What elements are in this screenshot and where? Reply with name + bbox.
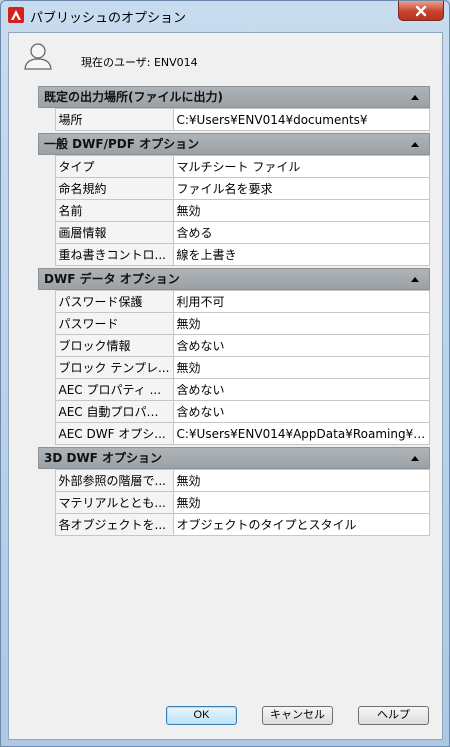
property-row[interactable]: 各オブジェクトを... オブジェクトのタイプとスタイル	[38, 513, 430, 536]
row-gutter	[38, 199, 56, 222]
property-name: AEC プロパティ ...	[54, 378, 174, 401]
property-row[interactable]: 命名規約 ファイル名を要求	[38, 177, 430, 200]
ok-button[interactable]: OK	[166, 706, 237, 725]
property-value[interactable]: ファイル名を要求	[172, 177, 430, 200]
property-name: ブロック情報	[54, 334, 174, 357]
row-gutter	[38, 469, 56, 492]
property-table: 場所 C:¥Users¥ENV014¥documents¥	[38, 108, 430, 131]
property-table: 外部参照の階層で... 無効 マテリアルととも... 無効 各オブジェクトを... オブジ…	[38, 469, 430, 536]
property-value[interactable]: 線を上書き	[172, 243, 430, 266]
property-row[interactable]: 画層情報 含める	[38, 221, 430, 244]
property-row[interactable]: AEC プロパティ ... 含めない	[38, 378, 430, 401]
current-user-label: 現在のユーザ: ENV014	[81, 56, 198, 69]
title-bar[interactable]: パブリッシュのオプション	[1, 1, 449, 31]
property-table: タイプ マルチシート ファイル 命名規約 ファイル名を要求 名前 無効 画層情報 含める 重ね書…	[38, 155, 430, 266]
property-value[interactable]: 含めない	[172, 378, 430, 401]
property-value[interactable]: 無効	[172, 312, 430, 335]
property-value[interactable]: 無効	[172, 469, 430, 492]
autocad-logo-icon	[8, 7, 24, 23]
user-icon	[24, 43, 52, 70]
property-value[interactable]: マルチシート ファイル	[172, 155, 430, 178]
property-value[interactable]: オブジェクトのタイプとスタイル	[172, 513, 430, 536]
row-gutter	[38, 243, 56, 266]
row-gutter	[38, 513, 56, 536]
property-row[interactable]: タイプ マルチシート ファイル	[38, 155, 430, 178]
section-title: 既定の出力場所(ファイルに出力)	[44, 90, 223, 104]
row-gutter	[38, 290, 56, 313]
property-row[interactable]: 重ね書きコントロ... 線を上書き	[38, 243, 430, 266]
cancel-button[interactable]: キャンセル	[262, 706, 333, 725]
row-gutter	[38, 108, 56, 131]
property-row[interactable]: ブロック テンプレ... 無効	[38, 356, 430, 379]
close-button[interactable]	[398, 1, 444, 21]
collapse-chevron-icon[interactable]	[411, 277, 419, 282]
property-value[interactable]: 含める	[172, 221, 430, 244]
property-row[interactable]: ブロック情報 含めない	[38, 334, 430, 357]
dialog-body: 現在のユーザ: ENV014 既定の出力場所(ファイルに出力) 場所 C:¥User…	[8, 32, 443, 740]
section-header[interactable]: 一般 DWF/PDF オプション	[38, 133, 430, 155]
row-gutter	[38, 312, 56, 335]
property-row[interactable]: 名前 無効	[38, 199, 430, 222]
row-gutter	[38, 422, 56, 445]
row-gutter	[38, 221, 56, 244]
collapse-chevron-icon[interactable]	[411, 95, 419, 100]
help-button[interactable]: ヘルプ	[358, 706, 429, 725]
section-title: DWF データ オプション	[44, 272, 180, 286]
property-value[interactable]: 利用不可	[172, 290, 430, 313]
property-name: パスワード	[54, 312, 174, 335]
property-name: マテリアルととも...	[54, 491, 174, 514]
property-row[interactable]: AEC DWF オプシ... C:¥Users¥ENV014¥AppData¥Ro…	[38, 422, 430, 445]
row-gutter	[38, 177, 56, 200]
property-value[interactable]: C:¥Users¥ENV014¥documents¥	[172, 108, 430, 131]
property-name: 名前	[54, 199, 174, 222]
section-title: 3D DWF オプション	[44, 451, 163, 465]
window-title: パブリッシュのオプション	[30, 11, 187, 26]
property-value[interactable]: 無効	[172, 199, 430, 222]
property-row[interactable]: 外部参照の階層で... 無効	[38, 469, 430, 492]
row-gutter	[38, 491, 56, 514]
section-header[interactable]: 3D DWF オプション	[38, 447, 430, 469]
property-name: パスワード保護	[54, 290, 174, 313]
section-header[interactable]: 既定の出力場所(ファイルに出力)	[38, 86, 430, 108]
property-name: 各オブジェクトを...	[54, 513, 174, 536]
property-row[interactable]: マテリアルととも... 無効	[38, 491, 430, 514]
property-section: 既定の出力場所(ファイルに出力) 場所 C:¥Users¥ENV014¥docume…	[38, 86, 430, 131]
property-name: 場所	[54, 108, 174, 131]
collapse-chevron-icon[interactable]	[411, 456, 419, 461]
property-row[interactable]: AEC 自動プロパティ 含めない	[38, 400, 430, 423]
property-name: ブロック テンプレ...	[54, 356, 174, 379]
close-icon	[415, 5, 427, 16]
property-name: 重ね書きコントロ...	[54, 243, 174, 266]
property-row[interactable]: パスワード 無効	[38, 312, 430, 335]
property-value[interactable]: 含めない	[172, 400, 430, 423]
section-header[interactable]: DWF データ オプション	[38, 268, 430, 290]
property-row[interactable]: パスワード保護 利用不可	[38, 290, 430, 313]
property-value[interactable]: C:¥Users¥ENV014¥AppData¥Roaming¥A...	[172, 422, 430, 445]
property-name: 命名規約	[54, 177, 174, 200]
property-row[interactable]: 場所 C:¥Users¥ENV014¥documents¥	[38, 108, 430, 131]
property-name: AEC DWF オプシ...	[54, 422, 174, 445]
section-title: 一般 DWF/PDF オプション	[44, 137, 200, 151]
property-name: AEC 自動プロパティ	[54, 400, 174, 423]
property-value[interactable]: 無効	[172, 356, 430, 379]
property-table: パスワード保護 利用不可 パスワード 無効 ブロック情報 含めない ブロック テンプレ...…	[38, 290, 430, 445]
property-value[interactable]: 含めない	[172, 334, 430, 357]
collapse-chevron-icon[interactable]	[411, 142, 419, 147]
property-section: DWF データ オプション パスワード保護 利用不可 パスワード 無効 ブロック情報 含めな…	[38, 268, 430, 445]
options-property-grid: 既定の出力場所(ファイルに出力) 場所 C:¥Users¥ENV014¥docume…	[38, 86, 430, 538]
property-value[interactable]: 無効	[172, 491, 430, 514]
property-name: タイプ	[54, 155, 174, 178]
row-gutter	[38, 378, 56, 401]
property-name: 画層情報	[54, 221, 174, 244]
property-section: 一般 DWF/PDF オプションタイプ マルチシート ファイル 命名規約 ファイル名を…	[38, 133, 430, 266]
property-section: 3D DWF オプション 外部参照の階層で... 無効 マテリアルととも... 無効 各オ…	[38, 447, 430, 536]
row-gutter	[38, 155, 56, 178]
property-name: 外部参照の階層で...	[54, 469, 174, 492]
dialog-window: パブリッシュのオプション 現在のユーザ: ENV014 既定の出力場所(ファイル…	[0, 0, 450, 747]
row-gutter	[38, 400, 56, 423]
row-gutter	[38, 334, 56, 357]
row-gutter	[38, 356, 56, 379]
